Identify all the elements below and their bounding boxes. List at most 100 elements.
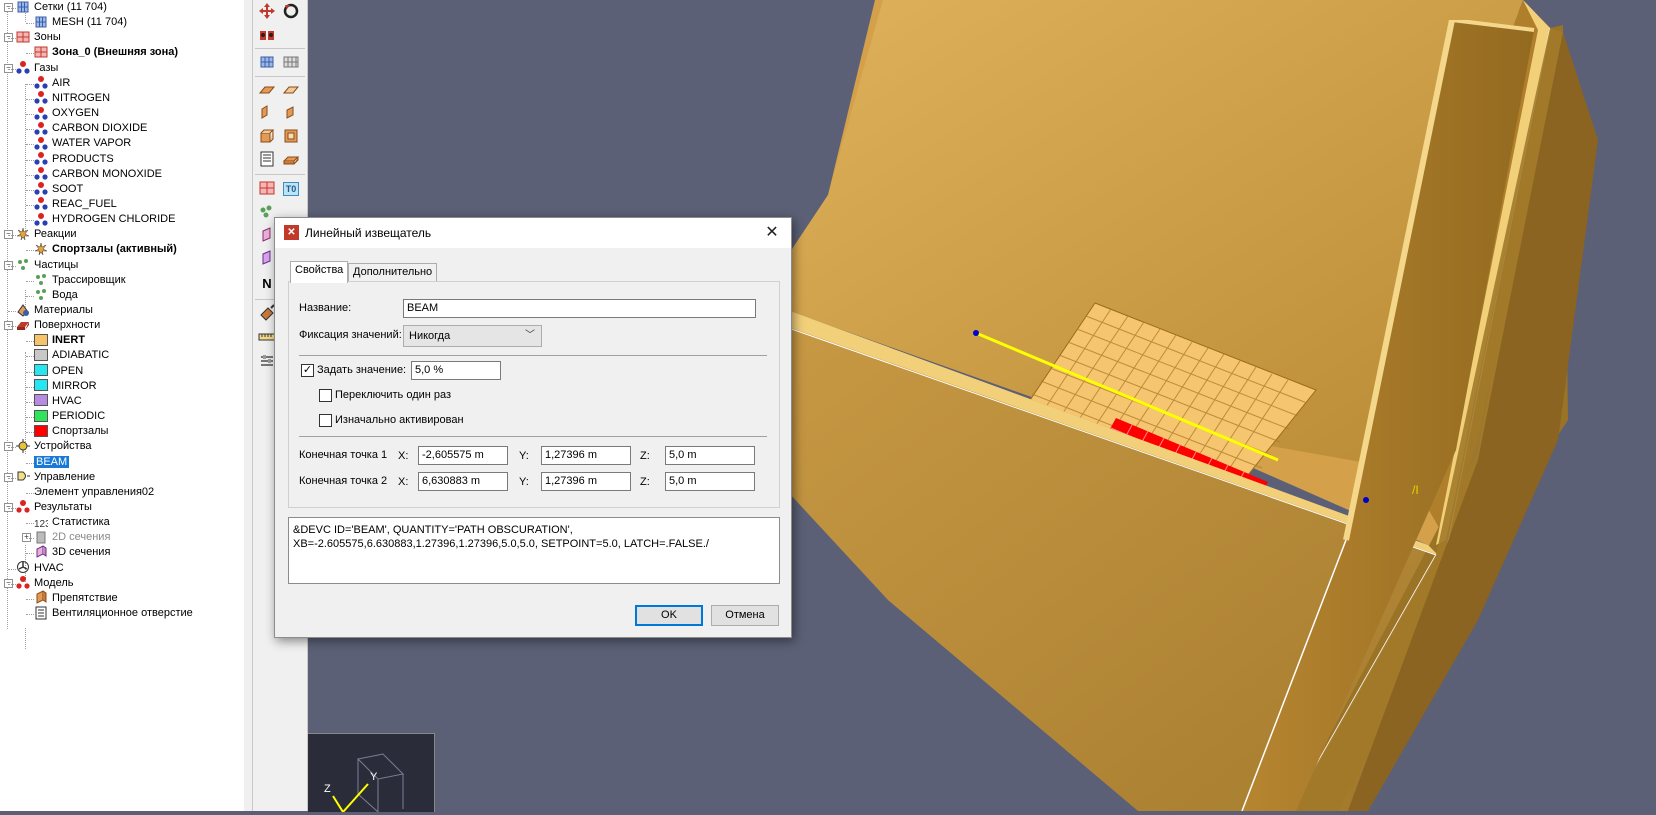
cancel-button[interactable]: Отмена xyxy=(711,605,779,626)
endpoint2-z-label: Z: xyxy=(640,476,650,488)
tree-guide-line xyxy=(26,401,34,403)
name-input[interactable]: BEAM xyxy=(403,299,756,318)
tree-item[interactable]: 123 Статистика xyxy=(34,515,110,530)
tree-item[interactable]: Результаты xyxy=(16,500,92,515)
fds-code-preview[interactable]: &DEVC ID='BEAM', QUANTITY='PATH OBSCURAT… xyxy=(288,517,780,584)
close-icon[interactable]: ✕ xyxy=(761,222,783,244)
dialog-title: Линейный извещатель xyxy=(305,226,432,240)
endpoint1-z-input[interactable]: 5,0 m xyxy=(665,446,755,465)
dialog-titlebar[interactable]: ✕ Линейный извещатель ✕ xyxy=(275,218,791,248)
app-logo-icon: ✕ xyxy=(284,225,299,240)
tree-item-label: AIR xyxy=(52,76,71,89)
tree-item[interactable]: 3D сечения xyxy=(34,545,110,560)
move-tool-icon[interactable] xyxy=(257,1,277,21)
tree-guide-line xyxy=(8,447,16,449)
setpoint-input[interactable]: 5,0 % xyxy=(411,361,501,380)
wall2-tool-icon[interactable] xyxy=(281,103,301,123)
setpoint-checkbox[interactable]: ✓ xyxy=(301,364,314,377)
tree-item[interactable]: HYDROGEN CHLORIDE xyxy=(34,212,175,227)
tab-additional[interactable]: Дополнительно xyxy=(348,263,438,282)
plane-obst-icon[interactable] xyxy=(257,80,277,100)
tree-item[interactable]: Частицы xyxy=(16,258,78,273)
tree-item[interactable]: CARBON MONOXIDE xyxy=(34,167,162,182)
mesh-tool-icon[interactable] xyxy=(257,52,277,72)
tree-item[interactable]: OPEN xyxy=(34,364,83,379)
latch-select[interactable]: Никогда ﹀ xyxy=(403,325,542,347)
tree-item[interactable]: CARBON DIOXIDE xyxy=(34,121,147,136)
tree-item-label: Спортзалы (активный) xyxy=(52,243,177,256)
tree-item[interactable]: Материалы xyxy=(16,303,93,318)
tree-item-label: Частицы xyxy=(34,258,79,271)
plane-vent-icon[interactable] xyxy=(281,80,301,100)
slice2d-icon xyxy=(34,530,48,544)
tree-item[interactable]: SOOT xyxy=(34,182,83,197)
mesh-icon xyxy=(34,15,48,29)
tree-item-label: 2D сечения xyxy=(52,531,111,544)
endpoint2-y-label: Y: xyxy=(519,476,529,488)
tree-item[interactable]: Зоны xyxy=(16,30,61,45)
tree-item[interactable]: PRODUCTS xyxy=(34,152,114,167)
tree-item-label: Трассировщик xyxy=(52,273,126,286)
molecule-icon xyxy=(16,60,30,74)
block-tool-icon[interactable] xyxy=(257,126,277,146)
tree-item[interactable]: Поверхности xyxy=(16,318,100,333)
notes-tool-icon[interactable] xyxy=(257,149,277,169)
endpoint2-x-input[interactable]: 6,630883 m xyxy=(418,472,508,491)
rotate-tool-icon[interactable] xyxy=(281,1,301,21)
tree-item[interactable]: Сетки (11 704) xyxy=(16,0,107,15)
tree-scrollbar[interactable] xyxy=(244,0,253,811)
wall-tool-icon[interactable] xyxy=(257,103,277,123)
tree-item[interactable]: WATER VAPOR xyxy=(34,136,131,151)
latch-label: Фиксация значений: xyxy=(299,329,402,341)
tree-item[interactable]: MIRROR xyxy=(34,379,97,394)
endpoint1-x-input[interactable]: -2,605575 m xyxy=(418,446,508,465)
tree-guide-line xyxy=(8,507,16,509)
ok-button[interactable]: OK xyxy=(635,605,703,626)
endpoint2-z-input[interactable]: 5,0 m xyxy=(665,472,755,491)
initially-active-checkbox[interactable] xyxy=(319,414,332,427)
tree-item[interactable]: Реакции xyxy=(16,227,77,242)
tree-item[interactable]: Управление xyxy=(16,470,95,485)
tree-item[interactable]: BEAM xyxy=(34,455,70,470)
tree-guide-line xyxy=(26,417,34,419)
tree-item[interactable]: ADIABATIC xyxy=(34,348,109,363)
tree-item[interactable]: NITROGEN xyxy=(34,91,110,106)
tree-item-label: Результаты xyxy=(34,500,92,513)
toggle-once-checkbox[interactable] xyxy=(319,389,332,402)
grid-tool-icon[interactable] xyxy=(281,52,301,72)
tree-item[interactable]: Устройства xyxy=(16,438,92,454)
tree-item[interactable]: AIR xyxy=(34,76,70,91)
endpoint2-y-input[interactable]: 1,27396 m xyxy=(541,472,631,491)
tree-item-label: Статистика xyxy=(52,516,110,529)
tree-guide-line xyxy=(26,129,34,131)
tree-item[interactable]: Зона_0 (Внешняя зона) xyxy=(34,45,178,60)
slab-tool-icon[interactable] xyxy=(281,149,301,169)
tree-item[interactable]: Вода xyxy=(34,288,78,303)
tree-item[interactable]: Трассировщик xyxy=(34,273,126,288)
tree-item[interactable]: Элемент управления02 xyxy=(34,485,154,500)
tree-item[interactable]: Вентиляционное отверстие xyxy=(34,606,193,621)
tree-item[interactable]: OXYGEN xyxy=(34,106,99,121)
tree-item[interactable]: Препятствие xyxy=(34,590,118,606)
tree-item-label: SOOT xyxy=(52,182,84,195)
tree-item[interactable]: HVAC xyxy=(16,561,64,576)
tree-item[interactable]: PERIODIC xyxy=(34,409,105,424)
tree-item[interactable]: INERT xyxy=(34,333,85,348)
t0-tool-icon[interactable]: T0 xyxy=(281,178,301,198)
tree-item[interactable]: MESH (11 704) xyxy=(34,15,127,30)
tree-item-label: HYDROGEN CHLORIDE xyxy=(52,213,176,226)
tree-item[interactable]: Газы xyxy=(16,61,58,76)
tree-item[interactable]: HVAC xyxy=(34,394,82,409)
zone-tool-icon[interactable] xyxy=(257,178,277,198)
tree-item[interactable]: Модель xyxy=(16,576,73,591)
model-view-icon[interactable] xyxy=(257,25,277,45)
tree-item[interactable]: 2D сечения xyxy=(34,530,110,545)
endpoint1-y-input[interactable]: 1,27396 m xyxy=(541,446,631,465)
tree-item[interactable]: Спортзалы xyxy=(34,424,108,439)
tree-item[interactable]: REAC_FUEL xyxy=(34,197,117,212)
materials-icon xyxy=(16,303,30,317)
room-tool-icon[interactable] xyxy=(281,126,301,146)
tab-properties[interactable]: Свойства xyxy=(290,261,349,283)
tree-item[interactable]: Спортзалы (активный) xyxy=(34,242,177,257)
t0-label: T0 xyxy=(282,182,300,196)
